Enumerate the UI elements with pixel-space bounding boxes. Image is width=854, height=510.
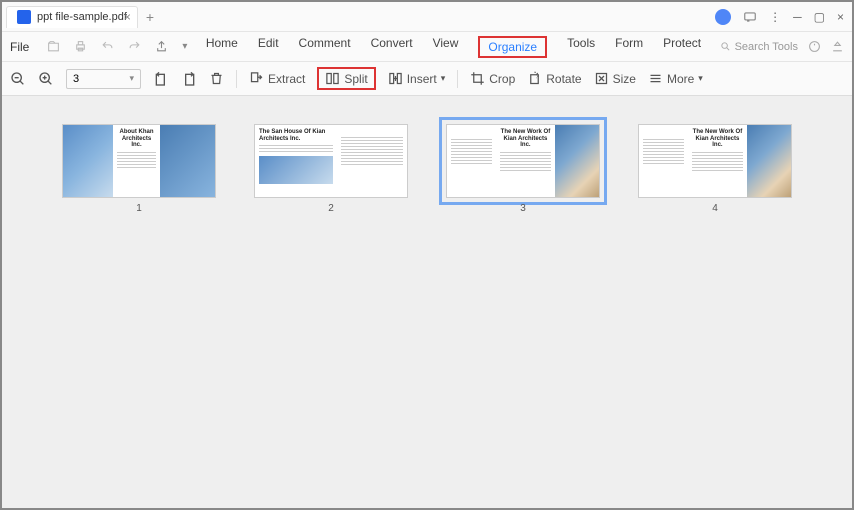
pdf-icon (17, 10, 31, 24)
document-tab[interactable]: ppt file-sample.pdf × (6, 6, 138, 28)
menu-organize[interactable]: Organize (478, 36, 547, 58)
print-icon[interactable] (74, 40, 87, 53)
divider (457, 70, 458, 88)
share-icon[interactable] (155, 40, 168, 53)
thumb-image (259, 156, 333, 184)
split-label: Split (344, 72, 367, 86)
rotate-left-button[interactable] (153, 71, 169, 87)
page-number-label: 1 (136, 203, 142, 214)
thumb-title: The New Work Of Kian Architects Inc. (500, 129, 551, 149)
size-label: Size (613, 72, 636, 86)
menubar: File ▾ Home Edit Comment Convert View Or… (2, 32, 852, 62)
new-tab-button[interactable]: + (146, 9, 154, 25)
thumb-content: The San House Of Kian Architects Inc. (255, 125, 337, 197)
chevron-down-icon: ▾ (698, 73, 703, 84)
tab-title: ppt file-sample.pdf (37, 11, 127, 23)
page-number-value: 3 (73, 73, 79, 85)
minimize-icon[interactable]: ─ (793, 10, 802, 24)
search-tools[interactable]: Search Tools (720, 41, 798, 53)
organize-toolbar: 3 ▾ Extract Split Insert ▾ Crop Rotate S… (2, 62, 852, 96)
thumb-content (639, 125, 688, 197)
delete-button[interactable] (209, 71, 224, 86)
rotate-right-button[interactable] (181, 71, 197, 87)
rotate-label: Rotate (546, 72, 581, 86)
thumb-image (63, 125, 113, 197)
page-thumbnails-area: About Khan Architects Inc. 1 The San Hou… (2, 96, 852, 508)
search-icon (720, 41, 731, 52)
maximize-icon[interactable]: ▢ (814, 10, 825, 24)
page-number-label: 4 (712, 203, 718, 214)
menu-edit[interactable]: Edit (258, 36, 279, 58)
page-thumbnail[interactable]: About Khan Architects Inc. (62, 124, 216, 198)
insert-button[interactable]: Insert ▾ (388, 71, 446, 86)
thumb-title: The San House Of Kian Architects Inc. (259, 129, 333, 142)
thumb-image (747, 125, 791, 197)
redo-icon[interactable] (128, 40, 141, 53)
search-placeholder: Search Tools (735, 41, 798, 53)
help-icon[interactable] (808, 40, 821, 53)
page-number-label: 3 (520, 203, 526, 214)
main-menu: Home Edit Comment Convert View Organize … (206, 36, 701, 58)
thumb-content (337, 125, 407, 197)
menu-right: Search Tools (720, 40, 844, 53)
extract-label: Extract (268, 72, 305, 86)
window-close-icon[interactable]: × (837, 10, 844, 24)
thumb-image (555, 125, 599, 197)
more-label: More (667, 72, 694, 86)
split-button[interactable]: Split (317, 67, 375, 90)
file-menu[interactable]: File (10, 40, 29, 54)
zoom-in-button[interactable] (38, 71, 54, 87)
page-thumbnail[interactable]: The New Work Of Kian Architects Inc. (638, 124, 792, 198)
thumb-content: The New Work Of Kian Architects Inc. (496, 125, 555, 197)
page-thumbnail[interactable]: The New Work Of Kian Architects Inc. (446, 124, 600, 198)
page-thumb-wrap: The New Work Of Kian Architects Inc. 4 (638, 124, 792, 214)
message-icon[interactable] (743, 10, 757, 24)
rotate-button[interactable]: Rotate (527, 71, 581, 86)
page-thumb-wrap: About Khan Architects Inc. 1 (62, 124, 216, 214)
page-thumb-wrap: The New Work Of Kian Architects Inc. 3 (446, 124, 600, 214)
insert-label: Insert (407, 72, 437, 86)
page-thumb-wrap: The San House Of Kian Architects Inc. 2 (254, 124, 408, 214)
kebab-menu-icon[interactable]: ⋮ (769, 10, 781, 24)
menu-home[interactable]: Home (206, 36, 238, 58)
menu-tools[interactable]: Tools (567, 36, 595, 58)
dropdown-icon[interactable]: ▾ (182, 41, 187, 52)
menu-protect[interactable]: Protect (663, 36, 701, 58)
open-icon[interactable] (47, 40, 60, 53)
more-button[interactable]: More ▾ (648, 71, 703, 86)
divider (236, 70, 237, 88)
page-number-label: 2 (328, 203, 334, 214)
window-controls: ⋮ ─ ▢ × (715, 9, 852, 25)
extract-button[interactable]: Extract (249, 71, 305, 86)
user-avatar[interactable] (715, 9, 731, 25)
crop-button[interactable]: Crop (470, 71, 515, 86)
thumb-content: The New Work Of Kian Architects Inc. (688, 125, 747, 197)
thumb-title: The New Work Of Kian Architects Inc. (692, 129, 743, 149)
thumb-image (160, 125, 215, 197)
chevron-down-icon: ▾ (129, 73, 134, 84)
crop-label: Crop (489, 72, 515, 86)
undo-icon[interactable] (101, 40, 114, 53)
menu-view[interactable]: View (433, 36, 459, 58)
thumb-content (447, 125, 496, 197)
zoom-out-button[interactable] (10, 71, 26, 87)
page-number-input[interactable]: 3 ▾ (66, 69, 141, 89)
menu-convert[interactable]: Convert (371, 36, 413, 58)
thumb-content: About Khan Architects Inc. (113, 125, 160, 197)
close-tab-icon[interactable]: × (124, 10, 131, 24)
menu-comment[interactable]: Comment (299, 36, 351, 58)
collapse-icon[interactable] (831, 40, 844, 53)
menu-form[interactable]: Form (615, 36, 643, 58)
thumb-title: About Khan Architects Inc. (117, 129, 156, 149)
size-button[interactable]: Size (594, 71, 636, 86)
menu-left: File ▾ (10, 40, 187, 54)
page-thumbnail[interactable]: The San House Of Kian Architects Inc. (254, 124, 408, 198)
chevron-down-icon: ▾ (441, 73, 446, 84)
titlebar: ppt file-sample.pdf × + ⋮ ─ ▢ × (2, 2, 852, 32)
